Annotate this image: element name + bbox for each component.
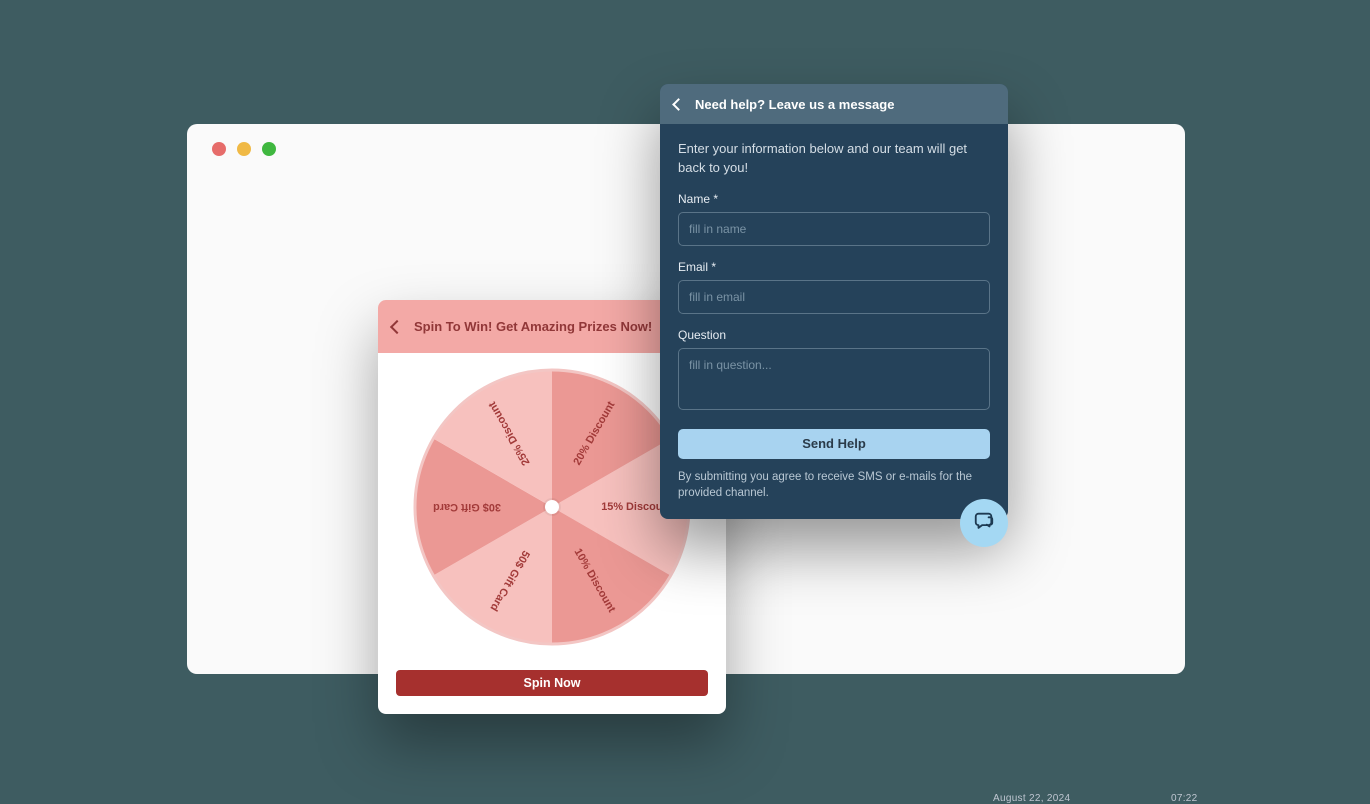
help-title: Need help? Leave us a message xyxy=(695,97,894,112)
help-panel: Need help? Leave us a message Enter your… xyxy=(660,84,1008,519)
question-label: Question xyxy=(678,328,990,342)
spin-title: Spin To Win! Get Amazing Prizes Now! xyxy=(414,319,652,334)
prize-wheel[interactable]: 15% Discount10% Discount50$ Gift Card30$… xyxy=(413,368,691,646)
email-input[interactable] xyxy=(678,280,990,314)
help-disclaimer: By submitting you agree to receive SMS o… xyxy=(678,469,990,501)
background-time: 07:22 xyxy=(1171,793,1198,804)
back-icon[interactable] xyxy=(390,319,404,333)
wheel-segment-label: 30$ Gift Card xyxy=(433,501,501,513)
question-input[interactable] xyxy=(678,348,990,410)
window-maximize-dot[interactable] xyxy=(262,142,276,156)
help-intro: Enter your information below and our tea… xyxy=(678,140,990,178)
wheel-hub xyxy=(545,500,559,514)
chat-icon xyxy=(973,510,995,537)
window-close-dot[interactable] xyxy=(212,142,226,156)
chat-launcher[interactable] xyxy=(960,499,1008,547)
help-header: Need help? Leave us a message xyxy=(660,84,1008,124)
window-minimize-dot[interactable] xyxy=(237,142,251,156)
name-input[interactable] xyxy=(678,212,990,246)
name-label: Name * xyxy=(678,192,990,206)
email-label: Email * xyxy=(678,260,990,274)
help-body: Enter your information below and our tea… xyxy=(660,124,1008,519)
back-icon[interactable] xyxy=(672,98,685,111)
send-help-button[interactable]: Send Help xyxy=(678,429,990,459)
spin-button[interactable]: Spin Now xyxy=(396,670,708,696)
background-date: August 22, 2024 xyxy=(993,793,1070,804)
